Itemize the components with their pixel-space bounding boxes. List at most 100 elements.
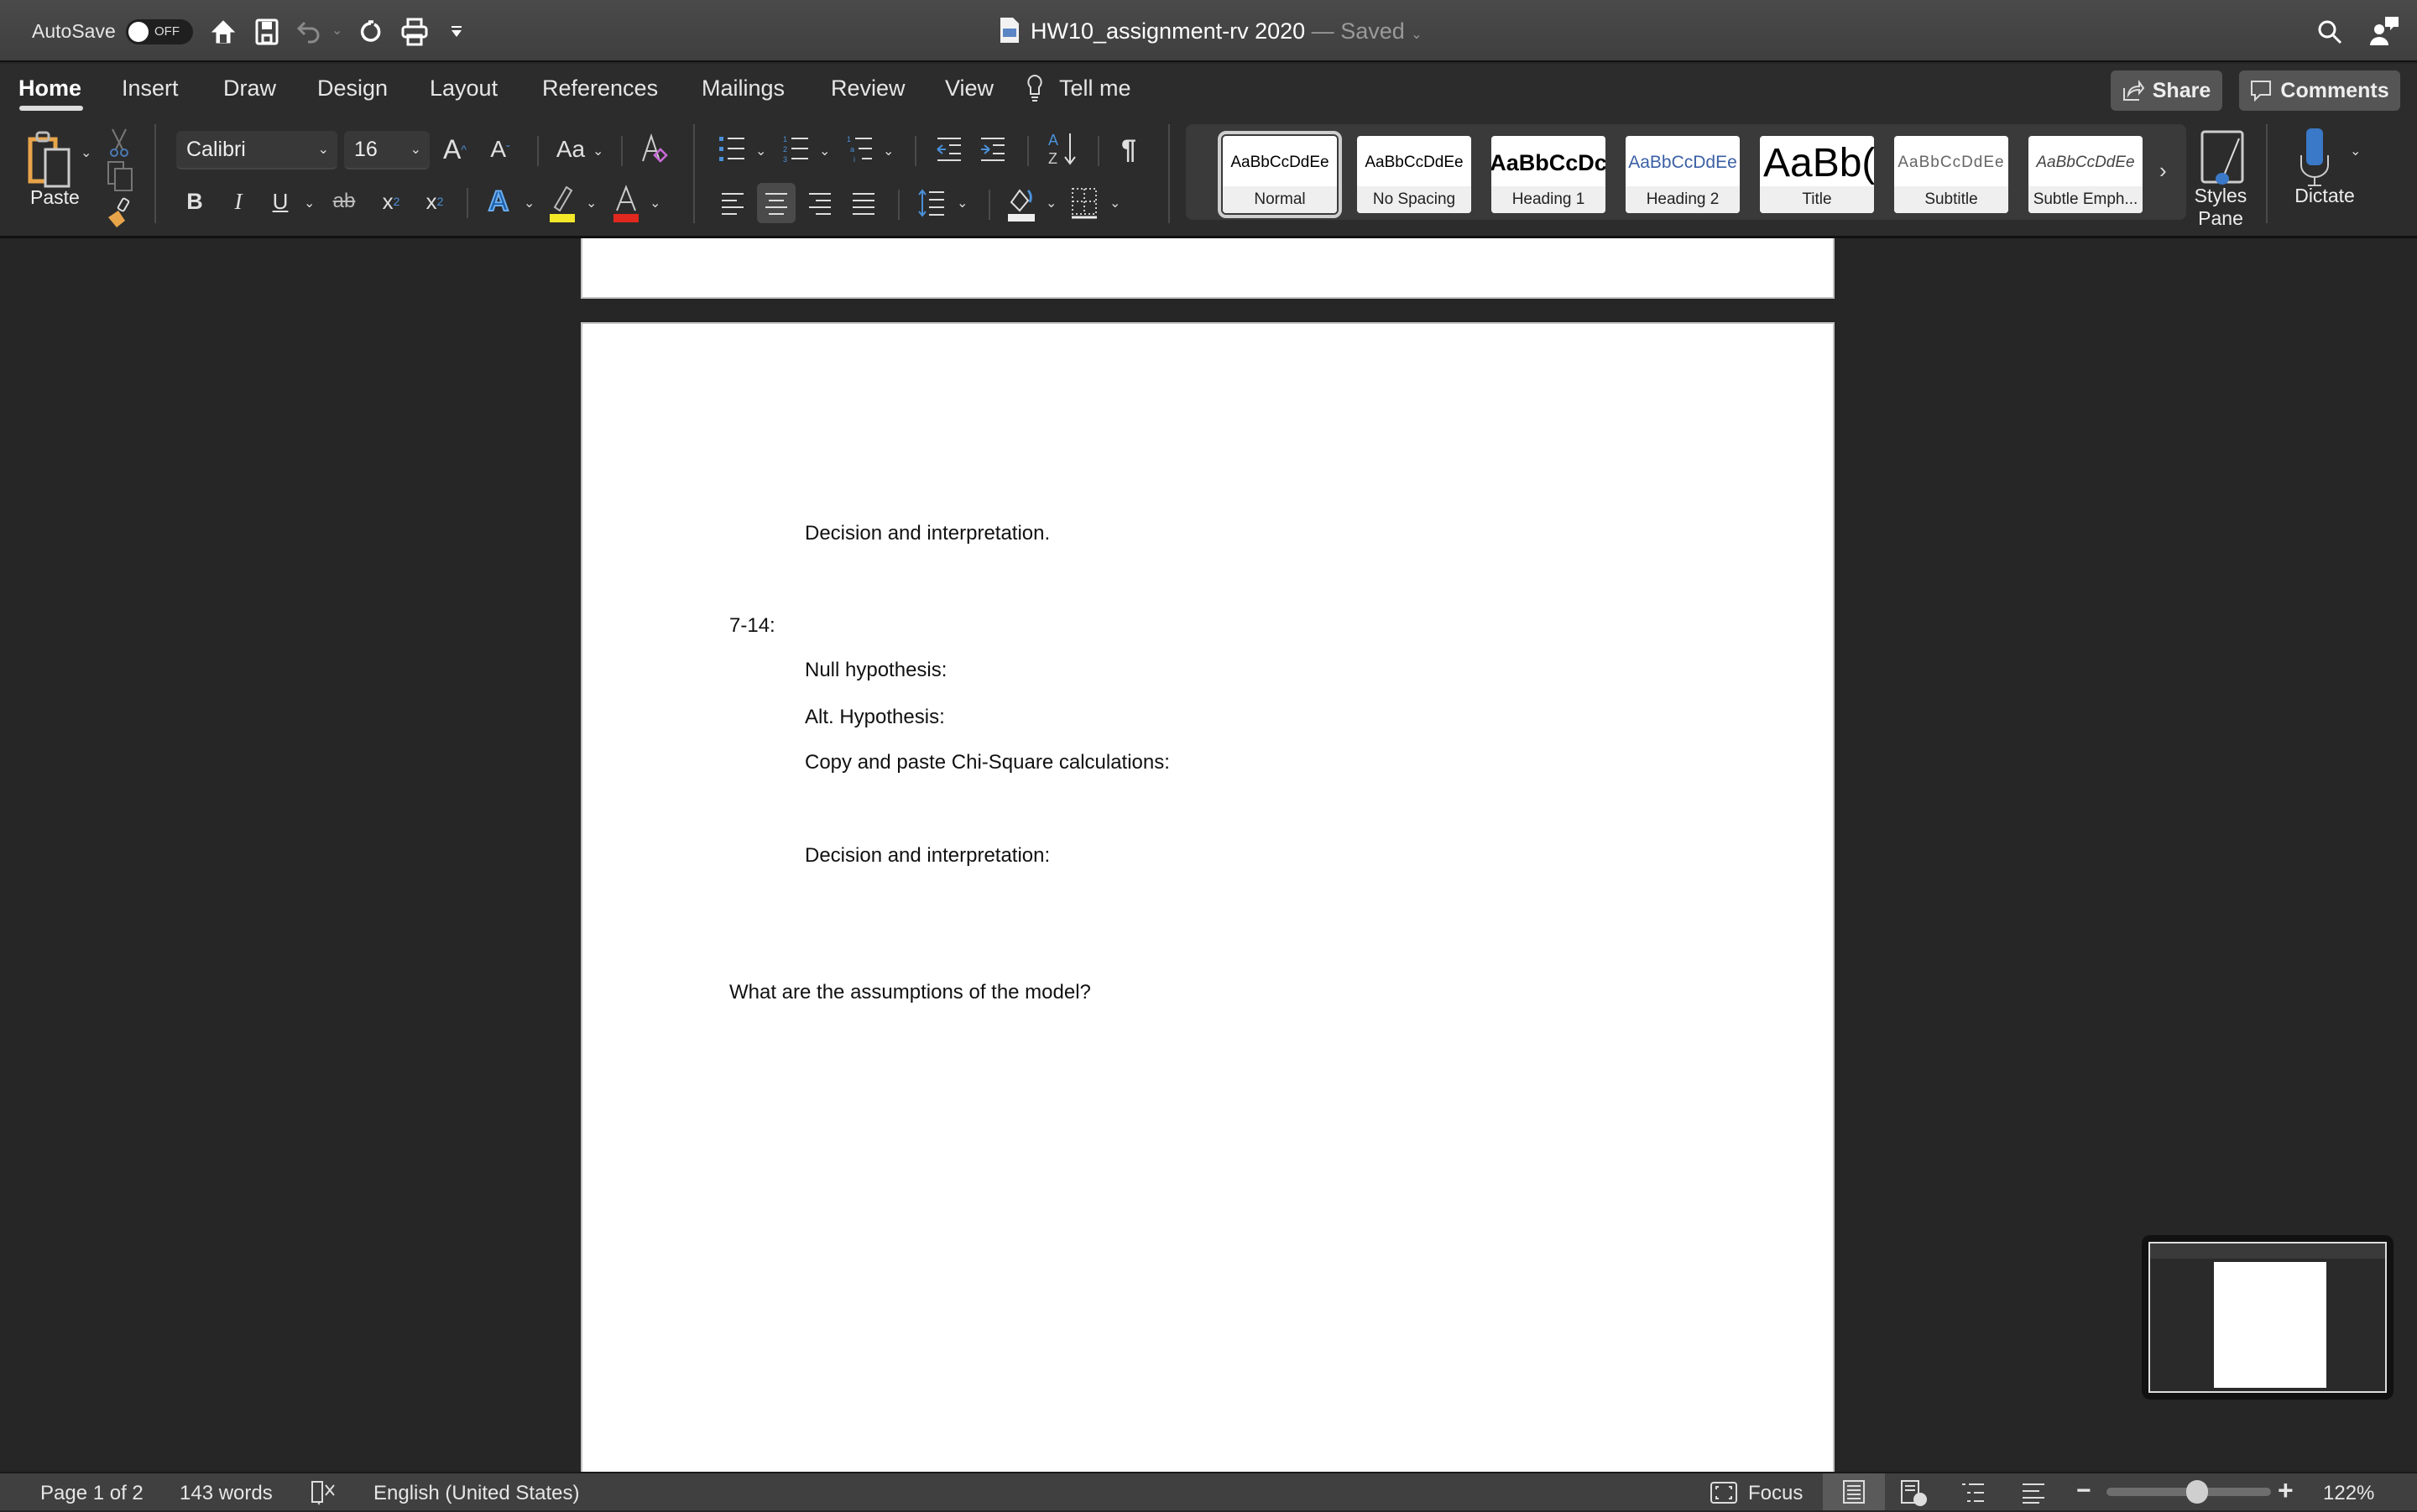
highlight-icon[interactable] [547, 183, 577, 223]
underline-dropdown-icon[interactable]: ⌄ [304, 195, 315, 211]
tab-insert[interactable]: Insert [122, 76, 179, 102]
screenshot-thumbnail[interactable] [2142, 1235, 2394, 1400]
doc-paragraph[interactable]: 7-14: [729, 614, 775, 638]
bullets-icon[interactable] [718, 133, 747, 166]
font-color-icon[interactable] [611, 183, 641, 223]
tab-review[interactable]: Review [831, 76, 906, 102]
subscript-button[interactable]: x2 [376, 185, 406, 218]
underline-button[interactable]: U [269, 185, 292, 218]
bold-button[interactable]: B [183, 185, 206, 218]
gallery-next-icon[interactable]: › [2159, 158, 2167, 184]
grow-font-icon[interactable]: A ^ [440, 133, 470, 166]
page-count[interactable]: Page 1 of 2 [40, 1482, 144, 1505]
borders-dropdown-icon[interactable]: ⌄ [1109, 195, 1120, 211]
text-effects-icon[interactable]: A [483, 183, 514, 220]
highlight-dropdown-icon[interactable]: ⌄ [586, 195, 597, 211]
document-title[interactable]: HW10_assignment-rv 2020 — Saved ⌄ [1031, 18, 1423, 44]
print-layout-button[interactable] [1823, 1473, 1885, 1510]
dictate-icon[interactable] [2294, 126, 2335, 190]
page-1-bottom[interactable] [581, 238, 1835, 299]
doc-paragraph[interactable]: Decision and interpretation: [805, 844, 1050, 868]
word-count[interactable]: 143 words [180, 1482, 273, 1505]
clear-formatting-icon[interactable] [638, 131, 671, 168]
zoom-in-button[interactable]: + [2278, 1475, 2294, 1506]
numbering-dropdown-icon[interactable]: ⌄ [819, 143, 830, 159]
font-size-dropdown[interactable]: 16 ⌄ [344, 131, 430, 169]
doc-paragraph[interactable]: Alt. Hypothesis: [805, 706, 945, 729]
justify-button[interactable] [849, 186, 878, 220]
doc-paragraph[interactable]: Copy and paste Chi-Square calculations: [805, 751, 1170, 774]
share-button[interactable]: Share [2111, 70, 2222, 111]
font-color-dropdown-icon[interactable]: ⌄ [650, 195, 660, 211]
style-no-spacing[interactable]: AaBbCcDdEe No Spacing [1357, 136, 1471, 213]
page-2[interactable]: Decision and interpretation. 7-14: Null … [581, 322, 1835, 1472]
copy-icon[interactable] [106, 159, 134, 193]
style-heading-2[interactable]: AaBbCcDdEe Heading 2 [1626, 136, 1740, 213]
document-canvas[interactable]: Decision and interpretation. 7-14: Null … [0, 238, 2417, 1472]
paste-dropdown-icon[interactable]: ⌄ [81, 144, 91, 161]
style-title[interactable]: AaBb( Title [1760, 136, 1874, 213]
tab-layout[interactable]: Layout [430, 76, 498, 102]
align-right-button[interactable] [806, 186, 834, 220]
align-center-button[interactable] [757, 183, 796, 223]
sort-icon[interactable]: AZ [1046, 129, 1079, 168]
paste-icon[interactable] [25, 128, 76, 191]
change-case-dropdown-icon[interactable]: ⌄ [593, 143, 603, 159]
increase-indent-icon[interactable] [979, 133, 1007, 166]
language[interactable]: English (United States) [373, 1482, 579, 1505]
strikethrough-button[interactable]: ab [329, 185, 359, 218]
tab-design[interactable]: Design [317, 76, 388, 102]
tab-home[interactable]: Home [18, 76, 81, 102]
shading-dropdown-icon[interactable]: ⌄ [1046, 195, 1057, 211]
dictate-dropdown-icon[interactable]: ⌄ [2350, 143, 2361, 159]
multilevel-dropdown-icon[interactable]: ⌄ [883, 143, 894, 159]
doc-paragraph[interactable]: What are the assumptions of the model? [729, 981, 1091, 1004]
style-subtitle[interactable]: AaBbCcDdEe Subtitle [1894, 136, 2008, 213]
superscript-button[interactable]: x2 [420, 185, 450, 218]
text-effects-dropdown-icon[interactable]: ⌄ [524, 195, 535, 211]
account-icon[interactable] [2368, 15, 2400, 51]
search-icon[interactable] [2316, 18, 2343, 50]
tab-draw[interactable]: Draw [223, 76, 276, 102]
borders-icon[interactable] [1069, 185, 1099, 222]
align-left-button[interactable] [718, 186, 747, 220]
tab-mailings[interactable]: Mailings [702, 76, 785, 102]
styles-pane-icon[interactable] [2197, 128, 2247, 191]
zoom-out-button[interactable]: − [2076, 1477, 2091, 1505]
show-formatting-icon[interactable]: ¶ [1115, 133, 1143, 166]
home-icon[interactable] [208, 17, 238, 47]
tab-references[interactable]: References [542, 76, 658, 102]
shading-icon[interactable] [1005, 183, 1037, 223]
undo-icon[interactable] [294, 17, 324, 47]
zoom-slider-handle[interactable] [2185, 1480, 2208, 1504]
font-name-dropdown[interactable]: Calibri ⌄ [176, 131, 337, 169]
save-icon[interactable] [252, 17, 282, 47]
proofing-icon[interactable] [311, 1480, 337, 1509]
zoom-slider[interactable] [2106, 1480, 2271, 1504]
cut-icon[interactable] [107, 126, 131, 159]
line-spacing-icon[interactable] [916, 185, 947, 222]
focus-button[interactable]: Focus [1748, 1482, 1803, 1505]
style-normal[interactable]: AaBbCcDdEe Normal [1218, 131, 1342, 218]
decrease-indent-icon[interactable] [935, 133, 963, 166]
customize-toolbar-icon[interactable] [441, 17, 472, 47]
redo-icon[interactable] [356, 17, 386, 47]
print-icon[interactable] [399, 17, 430, 47]
shrink-font-icon[interactable]: Aˇ [485, 133, 515, 166]
italic-button[interactable]: I [227, 185, 250, 218]
change-case-icon[interactable]: Aa [552, 133, 589, 166]
web-layout-icon[interactable] [1900, 1479, 1929, 1512]
format-painter-icon[interactable] [104, 196, 134, 230]
multilevel-list-icon[interactable]: 1 ai [846, 133, 874, 166]
doc-paragraph[interactable]: Null hypothesis: [805, 659, 947, 682]
focus-icon[interactable] [1710, 1482, 1737, 1508]
line-spacing-dropdown-icon[interactable]: ⌄ [957, 195, 968, 211]
outline-view-icon[interactable] [1960, 1482, 1986, 1508]
bullets-dropdown-icon[interactable]: ⌄ [755, 143, 766, 159]
comments-button[interactable]: Comments [2239, 70, 2400, 111]
zoom-level[interactable]: 122% [2323, 1482, 2374, 1505]
undo-dropdown-icon[interactable]: ⌄ [331, 22, 342, 39]
tab-view[interactable]: View [945, 76, 994, 102]
numbering-icon[interactable]: 1 23 [782, 133, 811, 166]
draft-view-icon[interactable] [2021, 1482, 2046, 1508]
